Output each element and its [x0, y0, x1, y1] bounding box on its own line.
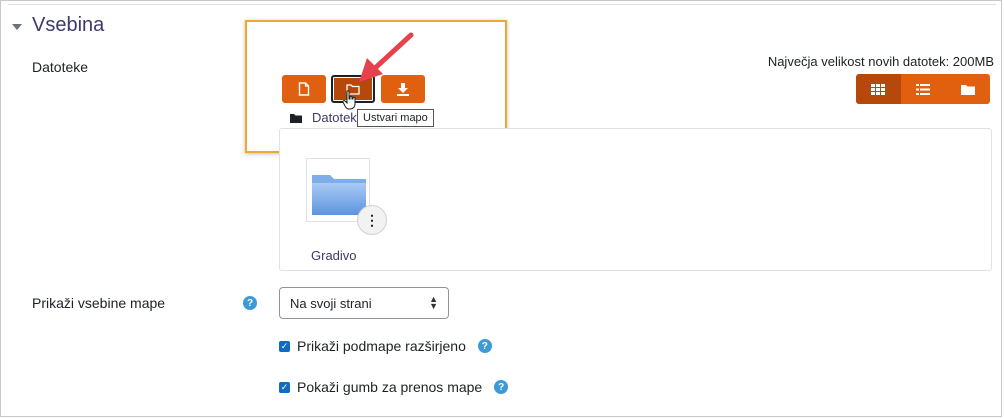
hand-cursor-icon — [342, 90, 356, 110]
max-size-text: Največja velikost novih datotek: 200MB — [767, 54, 994, 69]
grid-view-button[interactable] — [856, 74, 901, 104]
checkbox-row[interactable]: ✓ Pokaži gumb za prenos mape ? — [279, 379, 509, 395]
checkbox[interactable]: ✓ — [279, 340, 290, 352]
checkbox[interactable]: ✓ — [279, 381, 290, 393]
view-mode-group — [856, 74, 990, 104]
tree-folder-icon — [960, 84, 975, 95]
section-divider — [8, 4, 996, 5]
help-icon[interactable]: ? — [477, 339, 492, 353]
file-name[interactable]: Gradivo — [311, 248, 357, 263]
file-menu-button[interactable]: ⋮ — [357, 205, 387, 235]
help-icon[interactable]: ? — [243, 296, 257, 310]
help-icon[interactable]: ? — [494, 380, 509, 394]
caret-down-icon[interactable] — [12, 24, 22, 30]
display-select[interactable]: Na svoji strani ▲ ▼ — [279, 287, 449, 319]
list-view-button[interactable] — [900, 74, 946, 104]
files-label: Datoteke — [32, 59, 89, 75]
grid-icon — [871, 83, 886, 95]
list-icon — [916, 83, 930, 95]
select-caret-icon: ▲ ▼ — [429, 294, 438, 311]
section-title[interactable]: Vsebina — [32, 14, 104, 37]
checkbox-label: Pokaži gumb za prenos mape — [297, 379, 483, 395]
checkbox-label: Prikaži podmape razširjeno — [297, 338, 466, 354]
display-label: Prikaži vsebine mape — [32, 295, 166, 311]
checkbox-row[interactable]: ✓ Prikaži podmape razširjeno ? — [279, 338, 492, 354]
select-value: Na svoji strani — [290, 295, 372, 311]
file-drop-area[interactable] — [279, 128, 992, 271]
tree-view-button[interactable] — [945, 74, 990, 104]
